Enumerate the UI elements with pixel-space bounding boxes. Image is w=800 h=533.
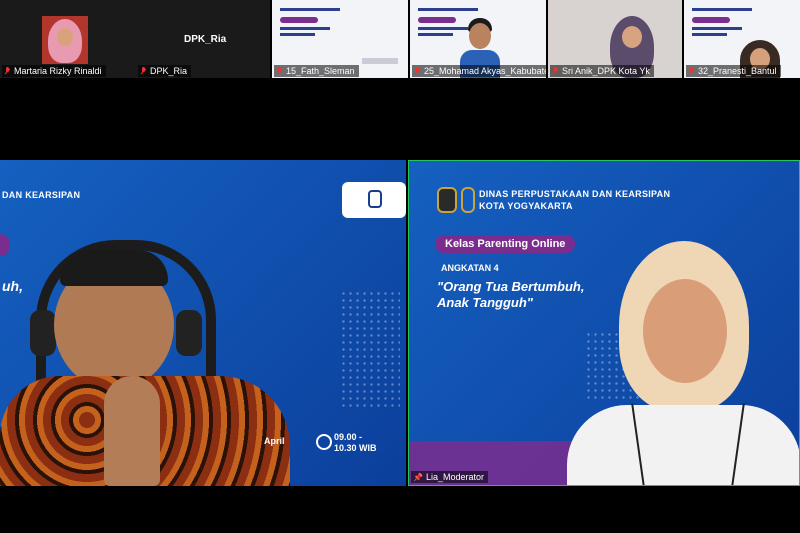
main-video-tile-moderator[interactable]: DINAS PERPUSTAKAAN DAN KEARSIPAN KOTA YO…: [408, 160, 800, 486]
date-fragment: April: [264, 436, 285, 446]
org-logo-badge: [342, 182, 406, 218]
participant-tile[interactable]: 25_Mohamad Akyas_Kabubaten...: [410, 0, 546, 78]
moderator-video: [547, 241, 799, 485]
participant-tile[interactable]: Martaria Rizky Rinaldi: [0, 0, 136, 78]
participant-tile[interactable]: 32_Pranesti_Bantul: [684, 0, 800, 78]
participant-tile[interactable]: Sri Anik_DPK Kota Yk: [548, 0, 682, 78]
participant-name-label: DPK_Ria: [138, 65, 192, 77]
main-video-tile-speaker[interactable]: DAN KEARSIPAN uh, April 09.00 - 10.30 WI…: [0, 160, 406, 486]
participant-name-label: 32_Pranesti_Bantul: [686, 65, 781, 77]
participant-name-label: Sri Anik_DPK Kota Yk: [550, 65, 654, 77]
session-time: 09.00 - 10.30 WIB: [334, 432, 377, 453]
speaker-video: [0, 230, 290, 486]
muted-mic-icon: [688, 67, 695, 75]
slide-decoration-dots: [340, 290, 400, 410]
muted-mic-icon: [4, 67, 11, 75]
participant-name-label: 📌 Lia_Moderator: [411, 471, 489, 483]
white-shirt: [567, 405, 799, 485]
muted-mic-icon: [414, 67, 421, 75]
org-logo-icon: [368, 190, 382, 208]
muted-mic-icon: [552, 67, 559, 75]
participant-tile[interactable]: DPK_Ria DPK_Ria: [136, 0, 270, 78]
partner-logo-icon: [461, 187, 475, 213]
org-logo-icon: [437, 187, 457, 213]
pin-icon: 📌: [413, 472, 423, 482]
slide-quote-line2: Anak Tangguh": [437, 295, 533, 310]
muted-mic-icon: [140, 67, 147, 75]
participant-name-label: 15_Fath_Sleman: [274, 65, 359, 77]
participant-display-name: DPK_Ria: [184, 34, 227, 45]
slide-header-text: DAN KEARSIPAN: [2, 190, 81, 200]
muted-mic-icon: [276, 67, 283, 75]
participant-photo: [42, 16, 88, 64]
participant-name-label: 25_Mohamad Akyas_Kabubaten...: [412, 65, 546, 77]
slide-header-line1: DINAS PERPUSTAKAAN DAN KEARSIPAN: [479, 189, 671, 199]
clock-icon: [316, 434, 332, 450]
participant-tile[interactable]: 15_Fath_Sleman: [272, 0, 408, 78]
praying-hands: [104, 376, 160, 486]
cohort-label: ANGKATAN 4: [441, 263, 499, 273]
slide-header-line2: KOTA YOGYAKARTA: [479, 201, 573, 211]
participant-name-label: Martaria Rizky Rinaldi: [2, 65, 106, 77]
